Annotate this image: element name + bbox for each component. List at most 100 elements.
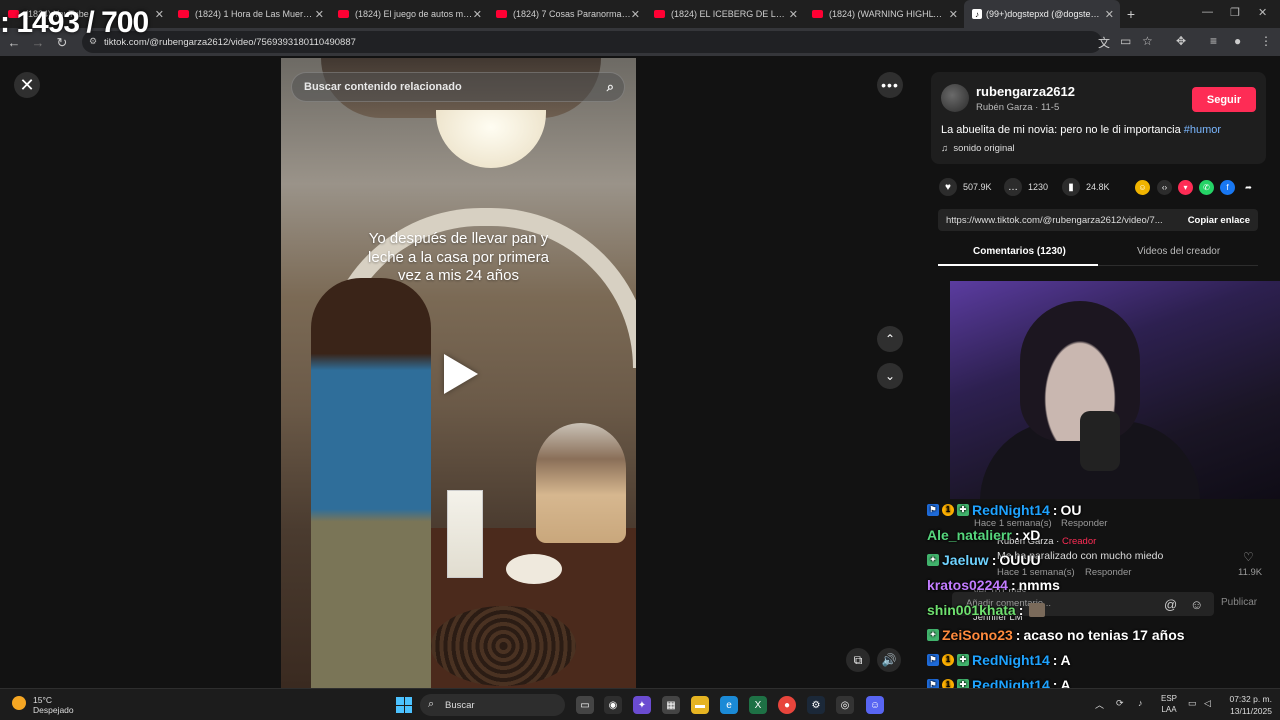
embed-icon[interactable]: ‹›: [1157, 180, 1172, 195]
chat-message: ⚑ 1 ✚ RedNight14 :A: [927, 647, 1277, 672]
copilot-icon[interactable]: ✦: [633, 696, 651, 714]
task-view-icon[interactable]: ▭: [576, 696, 594, 714]
search-icon[interactable]: ⌕: [607, 79, 614, 95]
chat-badge-icon: ✚: [957, 653, 969, 666]
send-icon[interactable]: ▾: [1178, 180, 1193, 195]
tray-chevron-icon[interactable]: ︿: [1095, 698, 1104, 711]
file-explorer-icon[interactable]: ▬: [691, 696, 709, 714]
chat-username[interactable]: kratos02244: [927, 577, 1008, 593]
youtube-icon: [496, 10, 507, 18]
close-video-button[interactable]: ✕: [14, 72, 40, 98]
taskbar-search[interactable]: ⌕ Buscar: [420, 694, 565, 716]
browser-tab[interactable]: (1824) EL ICEBERG DE LA NAVI ✕: [646, 0, 804, 28]
chat-message: ✦ ZeiSono23 : acaso no tenias 17 años: [927, 622, 1277, 647]
close-tab-icon[interactable]: ✕: [789, 8, 798, 21]
browser-tab[interactable]: (1824) 7 Cosas Paranormales y ✕: [488, 0, 646, 28]
new-tab-button[interactable]: +: [1120, 6, 1142, 22]
tiktok-icon: ♪: [972, 9, 982, 19]
tab-comments[interactable]: Comentarios (1230): [973, 246, 1066, 257]
chat-username[interactable]: RedNight14: [972, 652, 1050, 668]
tab-title: (99+)dogstepxd (@dogstepxd): [986, 9, 1104, 19]
related-search-input[interactable]: Buscar contenido relacionado ⌕: [291, 72, 625, 102]
share-link-text[interactable]: https://www.tiktok.com/@rubengarza2612/v…: [946, 215, 1163, 226]
volume-icon[interactable]: 🔊: [877, 648, 901, 672]
microphone-tray-icon[interactable]: ♪: [1138, 698, 1143, 708]
previous-video-button[interactable]: ⌃: [877, 326, 903, 352]
chat-username[interactable]: Ale_natalierr: [927, 527, 1012, 543]
browser-tab-active[interactable]: ♪ (99+)dogstepxd (@dogstepxd) ✕: [964, 0, 1120, 28]
browser-tab[interactable]: (1824) 1 Hora de Las Muertes M ✕: [170, 0, 330, 28]
follow-button[interactable]: Seguir: [1192, 87, 1256, 112]
chat-separator: :: [991, 551, 997, 568]
more-options-button[interactable]: •••: [877, 72, 903, 98]
chat-username[interactable]: RedNight14: [972, 502, 1050, 518]
weather-widget[interactable]: 15°C Despejado: [33, 695, 93, 715]
chat-username[interactable]: shin001khata: [927, 602, 1016, 618]
close-tab-icon[interactable]: ✕: [949, 8, 958, 21]
windows-start-icon[interactable]: [396, 697, 412, 713]
close-tab-icon[interactable]: ✕: [473, 8, 482, 21]
language-indicator[interactable]: ESP LAA: [1158, 693, 1180, 715]
menu-kebab-icon[interactable]: ⋮: [1260, 34, 1272, 48]
related-search-placeholder: Buscar contenido relacionado: [304, 81, 462, 93]
close-tab-icon[interactable]: ✕: [155, 8, 164, 21]
like-button[interactable]: ♥ 507.9K: [939, 178, 992, 196]
copy-link-button[interactable]: Copiar enlace: [1188, 215, 1250, 226]
pip-icon[interactable]: ⧉: [846, 648, 870, 672]
language-code: ESP: [1160, 694, 1177, 703]
chat-badge-icon: ⚑: [927, 653, 939, 666]
close-tab-icon[interactable]: ✕: [631, 8, 640, 21]
video-frame-plate: [506, 554, 562, 584]
excel-icon[interactable]: X: [749, 696, 767, 714]
wifi-icon[interactable]: ▭: [1188, 698, 1197, 709]
sound-link[interactable]: ♫ sonido original: [941, 143, 1015, 154]
repost-icon[interactable]: ☺: [1135, 180, 1150, 195]
translate-icon[interactable]: ⽂: [1098, 34, 1110, 51]
chat-username[interactable]: Jaeluw: [942, 552, 989, 568]
browser-tab[interactable]: (1824) (WARNING HIGHLY GRA ✕: [804, 0, 964, 28]
discord-icon[interactable]: ☺: [866, 696, 884, 714]
avatar[interactable]: [941, 84, 969, 112]
obs-icon[interactable]: ◎: [836, 696, 854, 714]
author-username[interactable]: rubengarza2612: [976, 84, 1075, 99]
next-video-button[interactable]: ⌄: [877, 363, 903, 389]
share-arrow-icon[interactable]: ➦: [1241, 180, 1256, 195]
facebook-icon[interactable]: f: [1220, 180, 1235, 195]
close-window-icon[interactable]: ✕: [1258, 6, 1267, 19]
chat-emote-icon: [1029, 602, 1046, 617]
weather-condition: Despejado: [33, 705, 74, 715]
video-player[interactable]: Buscar contenido relacionado ⌕ Yo despué…: [281, 58, 636, 688]
close-tab-icon[interactable]: ✕: [1105, 8, 1114, 21]
system-clock[interactable]: 07:32 p. m. 13/11/2025: [1222, 693, 1272, 717]
chat-username[interactable]: ZeiSono23: [942, 627, 1013, 643]
chat-text: OUUU: [999, 551, 1041, 568]
edge-icon[interactable]: e: [720, 696, 738, 714]
steam-icon[interactable]: ⚙: [807, 696, 825, 714]
store-icon[interactable]: ▦: [662, 696, 680, 714]
save-button[interactable]: ▮ 24.8K: [1062, 178, 1110, 196]
tab-creator-videos[interactable]: Videos del creador: [1137, 246, 1220, 257]
browser-tab[interactable]: (1824) El juego de autos más c ✕: [330, 0, 488, 28]
sound-name: sonido original: [953, 143, 1015, 154]
address-bar[interactable]: ⚙ tiktok.com/@rubengarza2612/video/75693…: [82, 31, 1102, 53]
play-icon[interactable]: [444, 354, 478, 394]
network-tray-icon[interactable]: ⟳: [1116, 698, 1124, 709]
hashtag-link[interactable]: #humor: [1184, 124, 1221, 136]
widgets-icon[interactable]: ◉: [604, 696, 622, 714]
maximize-icon[interactable]: ❐: [1230, 6, 1240, 19]
chat-badge-icon: ⚑: [927, 503, 939, 516]
whatsapp-icon[interactable]: ✆: [1199, 180, 1214, 195]
cast-icon[interactable]: ▭: [1120, 34, 1131, 48]
media-icon[interactable]: ≡: [1210, 34, 1217, 48]
minimize-icon[interactable]: —: [1202, 6, 1213, 18]
extensions-icon[interactable]: ✥: [1176, 34, 1186, 48]
engagement-bar: ♥ 507.9K … 1230 ▮ 24.8K ☺ ‹› ▾ ✆ f ➦: [931, 178, 1266, 198]
bookmark-star-icon[interactable]: ☆: [1142, 34, 1153, 48]
close-tab-icon[interactable]: ✕: [315, 8, 324, 21]
chrome-icon[interactable]: ●: [778, 696, 796, 714]
speaker-icon[interactable]: ◁: [1204, 698, 1211, 709]
clock-date: 13/11/2025: [1230, 706, 1272, 716]
webcam-microphone: [1080, 411, 1120, 471]
profile-icon[interactable]: ●: [1234, 34, 1241, 48]
comment-button[interactable]: … 1230: [1004, 178, 1048, 196]
